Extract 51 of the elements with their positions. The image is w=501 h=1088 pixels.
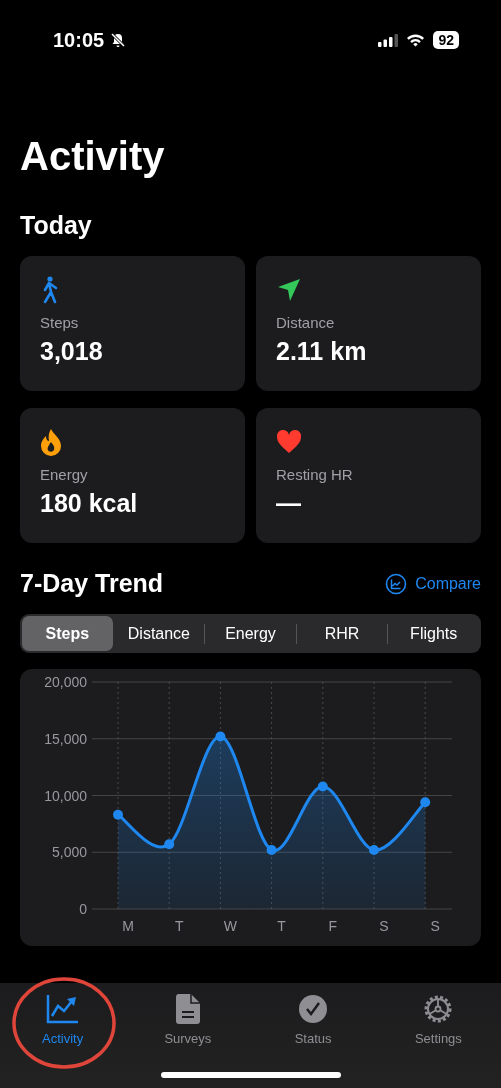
axis-label: 0: [79, 901, 87, 917]
tab-item[interactable]: Activity: [0, 993, 126, 1051]
axis-label: 10,000: [44, 787, 87, 804]
signal-icon: [378, 33, 399, 47]
segment-tab[interactable]: Flights: [388, 616, 479, 651]
data-point: [266, 845, 277, 855]
metric-label: Distance: [276, 314, 335, 331]
compare-button[interactable]: Compare: [385, 572, 481, 595]
axis-label: 20,000: [44, 674, 87, 690]
data-point: [215, 731, 226, 742]
page-title: Activity: [20, 134, 166, 179]
axis-label: F: [328, 918, 338, 934]
segment-tab[interactable]: Distance: [113, 616, 205, 651]
section-heading: 7-Day Trend: [20, 569, 164, 598]
checkmark-circle-icon: [298, 993, 329, 1025]
muted-bell-icon: [110, 32, 127, 48]
segment-tab[interactable]: RHR: [296, 616, 388, 651]
axis-label: M: [122, 918, 134, 934]
axis-label: T: [277, 918, 286, 934]
document-icon: [174, 993, 201, 1025]
data-point: [369, 845, 379, 855]
data-point: [420, 797, 431, 808]
metric-value: 3,018: [40, 337, 103, 366]
flame-icon: [40, 428, 62, 456]
segment-tab[interactable]: Steps: [22, 616, 113, 651]
status-time: 10:05: [53, 28, 105, 52]
data-point: [317, 781, 328, 792]
axis-label: S: [379, 918, 389, 934]
axis-label: T: [174, 918, 184, 934]
data-point: [164, 839, 175, 850]
heart-icon: [276, 428, 302, 456]
metric-value: —: [276, 489, 301, 518]
axis-label: S: [430, 918, 440, 934]
metric-label: Energy: [40, 466, 88, 483]
section-heading: Today: [20, 211, 93, 240]
metric-value: 2.11 km: [276, 337, 367, 366]
chart-circle-icon: [385, 572, 408, 595]
metric-label: Steps: [40, 314, 79, 331]
tab-item[interactable]: Settings: [375, 993, 501, 1051]
segment-tab[interactable]: Energy: [205, 616, 296, 651]
tab-item[interactable]: Surveys: [125, 993, 251, 1051]
line-chart-icon: [45, 993, 80, 1025]
axis-label: 15,000: [44, 730, 87, 747]
wifi-icon: [406, 33, 426, 47]
axis-label: W: [223, 918, 237, 934]
metric-label: Resting HR: [276, 466, 353, 483]
battery-indicator: 92: [433, 31, 459, 49]
data-point: [113, 809, 123, 820]
axis-label: 5,000: [51, 844, 87, 861]
metric-value: 180 kcal: [40, 489, 138, 518]
tab-item[interactable]: Status: [250, 993, 376, 1051]
